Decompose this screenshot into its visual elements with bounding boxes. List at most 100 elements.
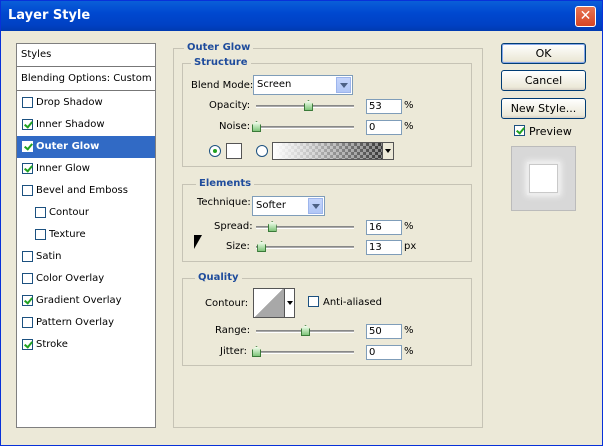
style-item-checkbox[interactable] xyxy=(22,119,33,130)
style-item-label: Color Overlay xyxy=(36,273,105,284)
noise-slider-thumb[interactable] xyxy=(252,121,261,132)
outer-glow-group: Outer Glow Structure Blend Mode: Screen … xyxy=(173,42,483,428)
style-preview xyxy=(511,146,576,211)
jitter-input[interactable]: 0 xyxy=(366,345,402,360)
style-item-inner-glow[interactable]: Inner Glow xyxy=(17,158,155,180)
style-item-checkbox[interactable] xyxy=(22,273,33,284)
quality-title: Quality xyxy=(195,272,242,283)
style-item-bevel-and-emboss[interactable]: Bevel and Emboss xyxy=(17,180,155,202)
spread-input[interactable]: 16 xyxy=(366,220,402,235)
styles-list: Styles Blending Options: Custom Drop Sha… xyxy=(16,43,156,428)
style-item-label: Texture xyxy=(49,229,86,240)
jitter-unit: % xyxy=(404,346,414,357)
new-style-button[interactable]: New Style... xyxy=(501,98,586,119)
divider xyxy=(17,66,155,67)
style-item-contour[interactable]: Contour xyxy=(17,202,155,224)
styles-header-label: Styles xyxy=(21,49,52,60)
elements-title: Elements xyxy=(196,178,255,189)
jitter-label: Jitter: xyxy=(220,346,248,357)
chevron-down-icon xyxy=(336,77,351,93)
style-item-satin[interactable]: Satin xyxy=(17,246,155,268)
preview-checkbox[interactable] xyxy=(514,125,525,136)
glow-color-swatch[interactable] xyxy=(226,143,242,159)
blend-mode-select[interactable]: Screen xyxy=(253,75,353,95)
style-item-checkbox[interactable] xyxy=(35,207,46,218)
style-item-label: Inner Shadow xyxy=(36,119,105,130)
technique-select[interactable]: Softer xyxy=(252,196,325,216)
style-item-label: Inner Glow xyxy=(36,163,90,174)
style-item-outer-glow[interactable]: Outer Glow xyxy=(17,136,155,158)
ok-button[interactable]: OK xyxy=(501,43,586,64)
range-input[interactable]: 50 xyxy=(366,324,402,339)
style-item-inner-shadow[interactable]: Inner Shadow xyxy=(17,114,155,136)
noise-input[interactable]: 0 xyxy=(366,120,402,135)
blend-mode-label: Blend Mode: xyxy=(191,80,254,91)
opacity-slider-thumb[interactable] xyxy=(303,100,313,111)
style-item-checkbox[interactable] xyxy=(22,163,33,174)
blend-mode-value: Screen xyxy=(257,79,292,90)
anti-aliased-label: Anti-aliased xyxy=(323,297,383,308)
style-item-label: Bevel and Emboss xyxy=(36,185,128,196)
structure-group: Structure Blend Mode: Screen Opacity: 53… xyxy=(182,57,472,167)
size-slider[interactable] xyxy=(256,246,354,249)
noise-slider[interactable] xyxy=(256,126,354,129)
technique-value: Softer xyxy=(256,200,286,211)
size-slider-thumb[interactable] xyxy=(257,241,267,252)
close-icon: ✕ xyxy=(579,8,592,24)
style-item-gradient-overlay[interactable]: Gradient Overlay xyxy=(17,290,155,312)
window-title: Layer Style xyxy=(8,8,91,23)
quality-group: Quality Contour: Anti-aliased Range: 50 … xyxy=(182,272,472,366)
chevron-down-icon xyxy=(382,143,393,159)
style-item-pattern-overlay[interactable]: Pattern Overlay xyxy=(17,312,155,334)
spread-unit: % xyxy=(404,221,414,232)
style-item-label: Satin xyxy=(36,251,62,262)
anti-aliased-checkbox[interactable] xyxy=(308,296,319,307)
title-bar[interactable]: Layer Style ✕ xyxy=(1,1,602,31)
gradient-radio[interactable] xyxy=(256,145,268,157)
range-unit: % xyxy=(404,325,414,336)
style-item-checkbox[interactable] xyxy=(22,339,33,350)
style-item-drop-shadow[interactable]: Drop Shadow xyxy=(17,92,155,114)
styles-header[interactable]: Styles xyxy=(17,44,155,66)
noise-label: Noise: xyxy=(219,121,251,132)
blending-options-label: Blending Options: Custom xyxy=(21,73,152,84)
jitter-slider[interactable] xyxy=(256,351,354,354)
preview-label: Preview xyxy=(529,125,572,138)
style-item-texture[interactable]: Texture xyxy=(17,224,155,246)
spread-slider-thumb[interactable] xyxy=(267,221,277,232)
noise-unit: % xyxy=(404,121,414,132)
preview-swatch xyxy=(529,164,558,193)
style-item-stroke[interactable]: Stroke xyxy=(17,334,155,356)
mouse-cursor-icon xyxy=(194,235,202,249)
contour-thumbnail[interactable] xyxy=(253,288,285,318)
layer-style-dialog: Layer Style ✕ Styles Blending Options: C… xyxy=(0,0,603,446)
opacity-label: Opacity: xyxy=(209,100,251,111)
style-item-checkbox[interactable] xyxy=(22,317,33,328)
range-slider-thumb[interactable] xyxy=(301,325,310,336)
style-item-checkbox[interactable] xyxy=(22,141,33,152)
chevron-down-icon xyxy=(308,198,323,214)
style-item-checkbox[interactable] xyxy=(22,295,33,306)
contour-label: Contour: xyxy=(205,298,249,309)
style-item-label: Pattern Overlay xyxy=(36,317,115,328)
elements-group: Elements Technique: Softer Spread: 16 % … xyxy=(182,178,472,262)
style-item-label: Outer Glow xyxy=(36,141,100,152)
style-item-label: Drop Shadow xyxy=(36,97,103,108)
solid-color-radio[interactable] xyxy=(209,145,221,157)
style-item-label: Contour xyxy=(49,207,89,218)
style-item-checkbox[interactable] xyxy=(22,185,33,196)
size-input[interactable]: 13 xyxy=(366,240,402,255)
gradient-picker[interactable] xyxy=(272,142,394,160)
cancel-button[interactable]: Cancel xyxy=(501,70,586,91)
style-item-color-overlay[interactable]: Color Overlay xyxy=(17,268,155,290)
blending-options-item[interactable]: Blending Options: Custom xyxy=(17,68,155,90)
close-button[interactable]: ✕ xyxy=(575,6,596,27)
style-item-checkbox[interactable] xyxy=(35,229,46,240)
style-item-checkbox[interactable] xyxy=(22,97,33,108)
opacity-input[interactable]: 53 xyxy=(366,99,402,114)
style-item-checkbox[interactable] xyxy=(22,251,33,262)
divider xyxy=(17,90,155,91)
technique-label: Technique: xyxy=(197,197,251,208)
contour-dropdown[interactable] xyxy=(285,288,295,318)
jitter-slider-thumb[interactable] xyxy=(252,346,261,357)
